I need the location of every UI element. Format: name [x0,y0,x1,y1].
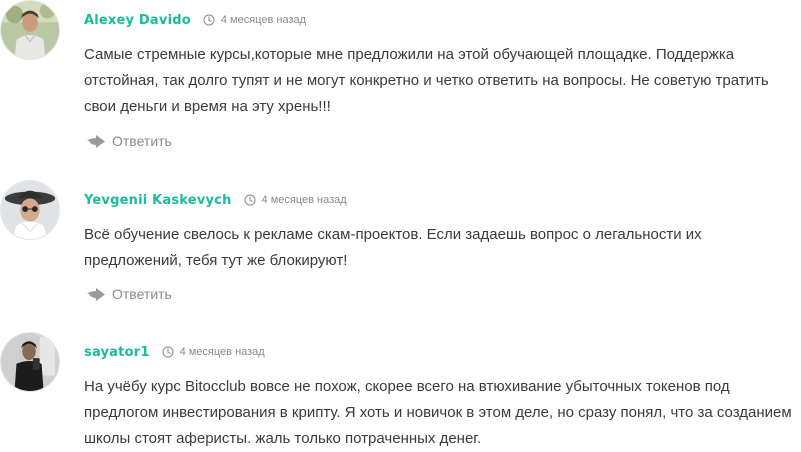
comment-meta: Alexey Davido 4 месяцев назад [84,10,306,30]
comment-author-link[interactable]: sayator1 [84,345,150,360]
reply-arrow-icon [86,286,106,302]
comment-text: На учёбу курс Bitocclub вовсе не похож, … [84,378,792,447]
reply-label: Ответить [112,286,172,302]
avatar [0,180,60,240]
reply-button[interactable]: Ответить [86,130,172,152]
clock-icon [161,346,174,358]
comment-author-link[interactable]: Alexey Davido [84,13,191,28]
avatar [0,332,60,392]
comment-meta: sayator1 4 месяцев назад [84,342,265,362]
clock-icon [203,14,215,26]
comment-time[interactable]: 4 месяцев назад [262,194,347,206]
comment-time[interactable]: 4 месяцев назад [221,14,306,26]
comment-time[interactable]: 4 месяцев назад [180,346,265,358]
reply-label: Ответить [112,133,172,149]
avatar [0,0,60,60]
comment-author-link[interactable]: Yevgenii Kaskevych [84,193,232,208]
comment-text: Всё обучение свелось к рекламе скам-прое… [84,226,702,269]
comment-meta: Yevgenii Kaskevych 4 месяцев назад [84,190,347,210]
clock-icon [243,194,256,206]
reply-button[interactable]: Ответить [86,283,172,305]
comment-text: Самые стремные курсы,которые мне предлож… [84,46,769,115]
reply-arrow-icon [86,133,106,149]
